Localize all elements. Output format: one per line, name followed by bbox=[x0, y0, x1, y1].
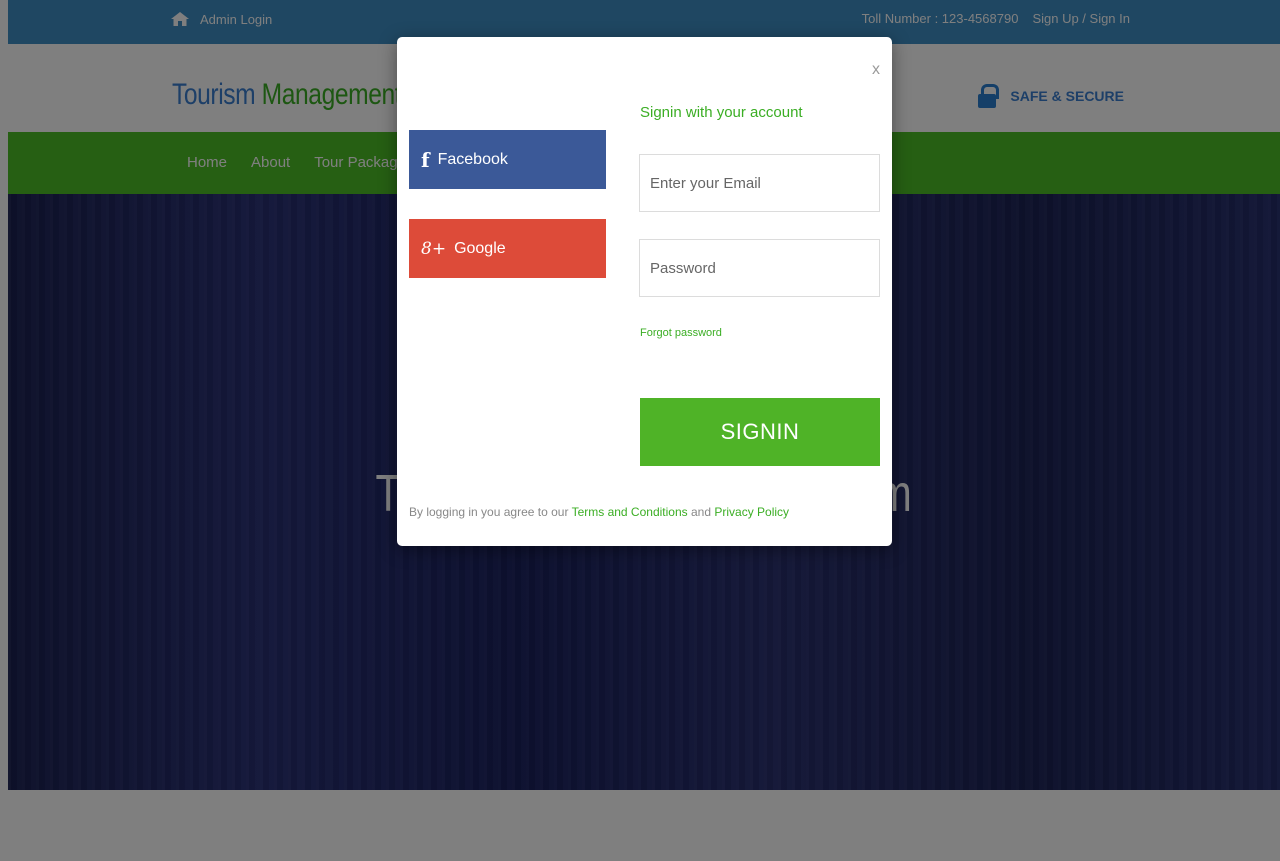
facebook-label: Facebook bbox=[437, 150, 508, 168]
agree-prefix: By logging in you agree to our bbox=[409, 505, 569, 519]
google-login-button[interactable]: 8+ Google bbox=[409, 219, 606, 278]
email-field[interactable] bbox=[639, 154, 880, 212]
agree-and: and bbox=[690, 505, 712, 519]
signin-button[interactable]: SIGNIN bbox=[640, 398, 880, 466]
facebook-icon: f bbox=[421, 147, 430, 172]
close-icon[interactable]: x bbox=[872, 61, 880, 79]
forgot-password-link[interactable]: Forgot password bbox=[640, 327, 722, 339]
privacy-link[interactable]: Privacy Policy bbox=[714, 505, 789, 519]
terms-notice: By logging in you agree to our Terms and… bbox=[409, 505, 789, 519]
facebook-login-button[interactable]: f Facebook bbox=[409, 130, 606, 189]
google-plus-icon: 8+ bbox=[421, 238, 447, 259]
signin-modal: x f Facebook 8+ Google Signin with your … bbox=[397, 37, 892, 546]
google-label: Google bbox=[454, 239, 506, 257]
password-field[interactable] bbox=[639, 239, 880, 297]
signin-title: Signin with your account bbox=[640, 104, 803, 121]
terms-link[interactable]: Terms and Conditions bbox=[572, 505, 688, 519]
